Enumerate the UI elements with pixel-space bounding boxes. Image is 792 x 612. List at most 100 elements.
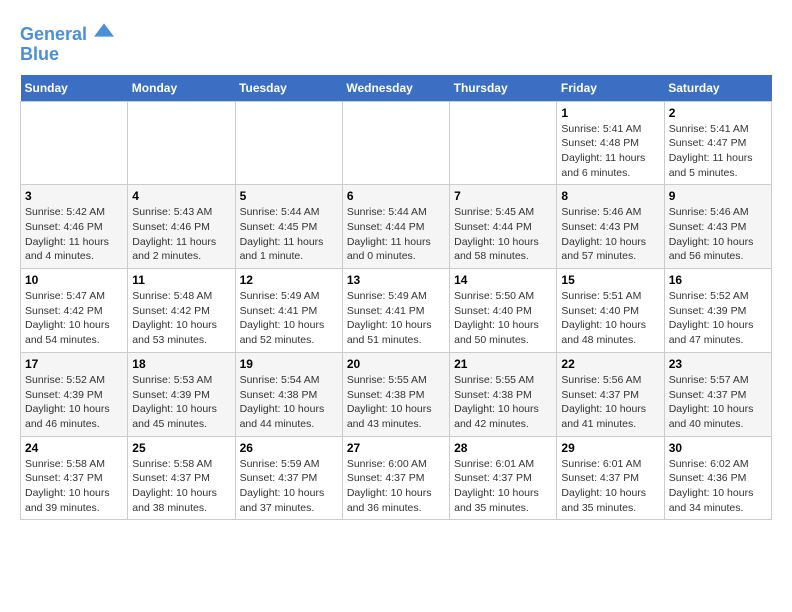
- calendar-cell: 15 Sunrise: 5:51 AM Sunset: 4:40 PM Dayli…: [557, 269, 664, 353]
- day-info: Sunrise: 5:58 AM Sunset: 4:37 PM Dayligh…: [25, 457, 123, 516]
- day-info: Sunrise: 5:53 AM Sunset: 4:39 PM Dayligh…: [132, 373, 230, 432]
- calendar-cell: 30 Sunrise: 6:02 AM Sunset: 4:36 PM Dayli…: [664, 436, 771, 520]
- day-info: Sunrise: 6:00 AM Sunset: 4:37 PM Dayligh…: [347, 457, 445, 516]
- logo-blue: Blue: [20, 45, 114, 65]
- calendar-cell: 11 Sunrise: 5:48 AM Sunset: 4:42 PM Dayli…: [128, 269, 235, 353]
- calendar-cell: 2Sunrise: 5:41 AM Sunset: 4:47 PM Daylig…: [664, 101, 771, 185]
- calendar-cell: 25 Sunrise: 5:58 AM Sunset: 4:37 PM Dayli…: [128, 436, 235, 520]
- day-number: 11: [132, 273, 230, 287]
- calendar-cell: 10Sunrise: 5:47 AM Sunset: 4:42 PM Dayli…: [21, 269, 128, 353]
- calendar-cell: [450, 101, 557, 185]
- weekday-header-friday: Friday: [557, 75, 664, 102]
- day-number: 6: [347, 189, 445, 203]
- day-number: 19: [240, 357, 338, 371]
- logo-icon: [94, 20, 114, 40]
- day-number: 14: [454, 273, 552, 287]
- calendar-cell: 24 Sunrise: 5:58 AM Sunset: 4:37 PM Dayli…: [21, 436, 128, 520]
- day-number: 21: [454, 357, 552, 371]
- logo-general: General: [20, 24, 87, 44]
- day-info: Sunrise: 5:42 AM Sunset: 4:46 PM Dayligh…: [25, 205, 123, 264]
- day-number: 25: [132, 441, 230, 455]
- calendar-cell: 4 Sunrise: 5:43 AM Sunset: 4:46 PM Daylig…: [128, 185, 235, 269]
- calendar-week-row: 1 Sunrise: 5:41 AM Sunset: 4:48 PM Daylig…: [21, 101, 772, 185]
- calendar-cell: 7 Sunrise: 5:45 AM Sunset: 4:44 PM Daylig…: [450, 185, 557, 269]
- calendar-cell: 20Sunrise: 5:55 AM Sunset: 4:38 PM Dayli…: [342, 352, 449, 436]
- day-number: 23: [669, 357, 767, 371]
- weekday-header-sunday: Sunday: [21, 75, 128, 102]
- day-info: Sunrise: 5:46 AM Sunset: 4:43 PM Dayligh…: [669, 205, 767, 264]
- day-info: Sunrise: 6:02 AM Sunset: 4:36 PM Dayligh…: [669, 457, 767, 516]
- day-info: Sunrise: 5:49 AM Sunset: 4:41 PM Dayligh…: [347, 289, 445, 348]
- day-info: Sunrise: 5:49 AM Sunset: 4:41 PM Dayligh…: [240, 289, 338, 348]
- calendar-cell: 22Sunrise: 5:56 AM Sunset: 4:37 PM Dayli…: [557, 352, 664, 436]
- day-info: Sunrise: 5:51 AM Sunset: 4:40 PM Dayligh…: [561, 289, 659, 348]
- day-number: 26: [240, 441, 338, 455]
- day-info: Sunrise: 5:46 AM Sunset: 4:43 PM Dayligh…: [561, 205, 659, 264]
- day-info: Sunrise: 5:52 AM Sunset: 4:39 PM Dayligh…: [669, 289, 767, 348]
- calendar-cell: 18 Sunrise: 5:53 AM Sunset: 4:39 PM Dayli…: [128, 352, 235, 436]
- day-info: Sunrise: 5:54 AM Sunset: 4:38 PM Dayligh…: [240, 373, 338, 432]
- day-number: 1: [561, 106, 659, 120]
- calendar-cell: 28Sunrise: 6:01 AM Sunset: 4:37 PM Dayli…: [450, 436, 557, 520]
- day-info: Sunrise: 5:48 AM Sunset: 4:42 PM Dayligh…: [132, 289, 230, 348]
- day-number: 24: [25, 441, 123, 455]
- day-info: Sunrise: 5:58 AM Sunset: 4:37 PM Dayligh…: [132, 457, 230, 516]
- day-number: 7: [454, 189, 552, 203]
- calendar-cell: 14 Sunrise: 5:50 AM Sunset: 4:40 PM Dayli…: [450, 269, 557, 353]
- day-number: 2: [669, 106, 767, 120]
- day-number: 3: [25, 189, 123, 203]
- weekday-header-tuesday: Tuesday: [235, 75, 342, 102]
- day-number: 18: [132, 357, 230, 371]
- calendar-cell: 12 Sunrise: 5:49 AM Sunset: 4:41 PM Dayli…: [235, 269, 342, 353]
- calendar-week-row: 17 Sunrise: 5:52 AM Sunset: 4:39 PM Dayli…: [21, 352, 772, 436]
- day-info: Sunrise: 5:57 AM Sunset: 4:37 PM Dayligh…: [669, 373, 767, 432]
- day-info: Sunrise: 5:44 AM Sunset: 4:45 PM Dayligh…: [240, 205, 338, 264]
- calendar-cell: 1 Sunrise: 5:41 AM Sunset: 4:48 PM Daylig…: [557, 101, 664, 185]
- day-info: Sunrise: 5:50 AM Sunset: 4:40 PM Dayligh…: [454, 289, 552, 348]
- weekday-header-monday: Monday: [128, 75, 235, 102]
- day-info: Sunrise: 5:55 AM Sunset: 4:38 PM Dayligh…: [454, 373, 552, 432]
- calendar-cell: [342, 101, 449, 185]
- day-number: 20: [347, 357, 445, 371]
- day-info: Sunrise: 6:01 AM Sunset: 4:37 PM Dayligh…: [454, 457, 552, 516]
- day-number: 8: [561, 189, 659, 203]
- weekday-header-thursday: Thursday: [450, 75, 557, 102]
- calendar-cell: 13Sunrise: 5:49 AM Sunset: 4:41 PM Dayli…: [342, 269, 449, 353]
- day-info: Sunrise: 6:01 AM Sunset: 4:37 PM Dayligh…: [561, 457, 659, 516]
- day-info: Sunrise: 5:44 AM Sunset: 4:44 PM Dayligh…: [347, 205, 445, 264]
- day-number: 12: [240, 273, 338, 287]
- calendar-week-row: 3 Sunrise: 5:42 AM Sunset: 4:46 PM Daylig…: [21, 185, 772, 269]
- weekday-header-wednesday: Wednesday: [342, 75, 449, 102]
- day-info: Sunrise: 5:52 AM Sunset: 4:39 PM Dayligh…: [25, 373, 123, 432]
- day-info: Sunrise: 5:56 AM Sunset: 4:37 PM Dayligh…: [561, 373, 659, 432]
- weekday-header-saturday: Saturday: [664, 75, 771, 102]
- calendar-cell: 9 Sunrise: 5:46 AM Sunset: 4:43 PM Daylig…: [664, 185, 771, 269]
- day-number: 29: [561, 441, 659, 455]
- calendar-week-row: 24 Sunrise: 5:58 AM Sunset: 4:37 PM Dayli…: [21, 436, 772, 520]
- day-info: Sunrise: 5:43 AM Sunset: 4:46 PM Dayligh…: [132, 205, 230, 264]
- day-number: 17: [25, 357, 123, 371]
- calendar-cell: 3 Sunrise: 5:42 AM Sunset: 4:46 PM Daylig…: [21, 185, 128, 269]
- day-number: 30: [669, 441, 767, 455]
- calendar-cell: 27Sunrise: 6:00 AM Sunset: 4:37 PM Dayli…: [342, 436, 449, 520]
- day-number: 15: [561, 273, 659, 287]
- calendar-cell: 23 Sunrise: 5:57 AM Sunset: 4:37 PM Dayli…: [664, 352, 771, 436]
- calendar-cell: 8 Sunrise: 5:46 AM Sunset: 4:43 PM Daylig…: [557, 185, 664, 269]
- day-number: 10: [25, 273, 123, 287]
- weekday-header-row: SundayMondayTuesdayWednesdayThursdayFrid…: [21, 75, 772, 102]
- logo: General Blue: [20, 20, 114, 65]
- day-number: 16: [669, 273, 767, 287]
- calendar-cell: 29 Sunrise: 6:01 AM Sunset: 4:37 PM Dayli…: [557, 436, 664, 520]
- calendar-cell: [21, 101, 128, 185]
- day-number: 4: [132, 189, 230, 203]
- day-number: 5: [240, 189, 338, 203]
- day-info: Sunrise: 5:59 AM Sunset: 4:37 PM Dayligh…: [240, 457, 338, 516]
- day-info: Sunrise: 5:45 AM Sunset: 4:44 PM Dayligh…: [454, 205, 552, 264]
- calendar-cell: 19 Sunrise: 5:54 AM Sunset: 4:38 PM Dayli…: [235, 352, 342, 436]
- calendar-cell: [128, 101, 235, 185]
- calendar-cell: [235, 101, 342, 185]
- day-info: Sunrise: 5:41 AM Sunset: 4:48 PM Dayligh…: [561, 122, 659, 181]
- logo-text: General: [20, 20, 114, 45]
- day-number: 9: [669, 189, 767, 203]
- calendar-cell: 26 Sunrise: 5:59 AM Sunset: 4:37 PM Dayli…: [235, 436, 342, 520]
